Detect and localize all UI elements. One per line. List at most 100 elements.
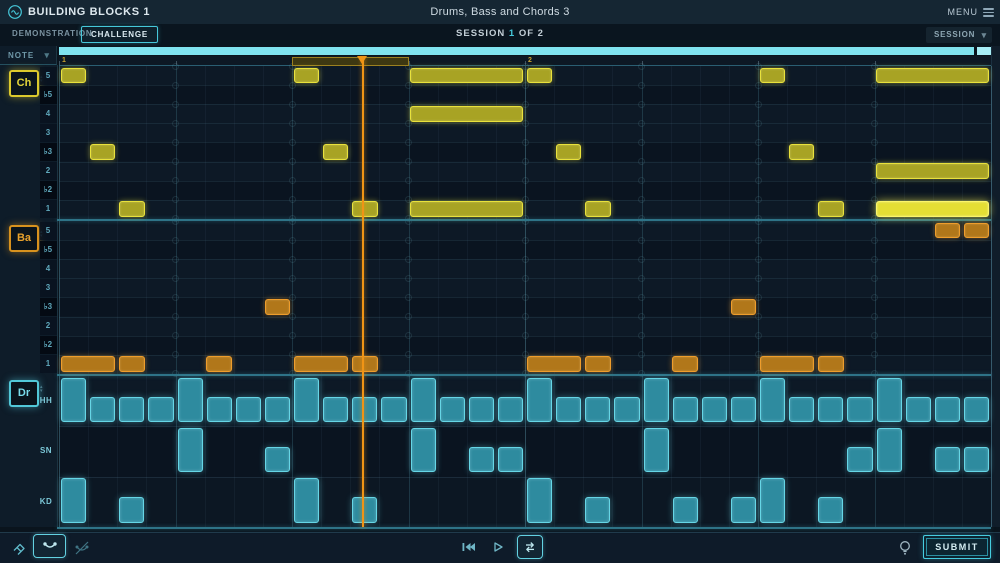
bass-note[interactable]: [672, 356, 698, 372]
hamburger-icon[interactable]: [983, 8, 994, 17]
note-selector[interactable]: NOTE ▾: [0, 46, 57, 65]
play-button[interactable]: [487, 537, 509, 557]
chord-note[interactable]: [90, 144, 116, 160]
drum-note[interactable]: [556, 397, 581, 423]
drum-note-accent[interactable]: [411, 428, 436, 473]
drum-note[interactable]: [702, 397, 727, 423]
notes-tool-button[interactable]: [33, 534, 66, 558]
chord-note[interactable]: [818, 201, 844, 217]
drum-note[interactable]: [469, 397, 494, 423]
chord-note[interactable]: [410, 201, 523, 217]
chord-note[interactable]: [352, 201, 378, 217]
drum-note[interactable]: [935, 397, 960, 423]
drum-note[interactable]: [585, 497, 610, 523]
playhead-line[interactable]: [362, 56, 364, 527]
loop-button[interactable]: [517, 535, 543, 559]
bass-note[interactable]: [119, 356, 145, 372]
chord-note[interactable]: [876, 163, 989, 179]
eraser-tool-button[interactable]: [8, 538, 30, 558]
hint-button[interactable]: [895, 538, 915, 558]
drum-note-accent[interactable]: [294, 478, 319, 523]
drum-note[interactable]: [789, 397, 814, 423]
bass-note[interactable]: [585, 356, 611, 372]
chord-note[interactable]: [410, 106, 523, 122]
bass-note[interactable]: [294, 356, 349, 372]
drum-note-accent[interactable]: [294, 378, 319, 423]
drum-note[interactable]: [847, 397, 872, 423]
muted-notes-tool-button[interactable]: [71, 538, 93, 558]
bass-note[interactable]: [265, 299, 291, 315]
skip-to-start-button[interactable]: [457, 537, 479, 557]
track-button-ch[interactable]: Ch: [9, 70, 39, 97]
chord-note[interactable]: [876, 68, 989, 84]
drum-note[interactable]: [614, 397, 639, 423]
drum-note[interactable]: [265, 397, 290, 423]
drum-note[interactable]: [818, 397, 843, 423]
drum-note[interactable]: [265, 447, 290, 473]
drum-note[interactable]: [323, 397, 348, 423]
drum-note[interactable]: [498, 397, 523, 423]
drum-note-accent[interactable]: [61, 478, 86, 523]
drum-note[interactable]: [119, 497, 144, 523]
drum-note[interactable]: [207, 397, 232, 423]
drum-note[interactable]: [731, 397, 756, 423]
drum-note[interactable]: [440, 397, 465, 423]
drum-note[interactable]: [469, 447, 494, 473]
chord-note[interactable]: [585, 201, 611, 217]
drum-note[interactable]: [818, 497, 843, 523]
bass-note[interactable]: [61, 356, 116, 372]
menu-button[interactable]: MENU: [948, 7, 979, 17]
drum-note-accent[interactable]: [527, 478, 552, 523]
session-dropdown[interactable]: SESSION ▾: [926, 27, 992, 43]
ruler-selection-region[interactable]: [292, 57, 409, 66]
drum-note-accent[interactable]: [61, 378, 86, 423]
drum-note-accent[interactable]: [877, 428, 902, 473]
drum-note[interactable]: [352, 397, 377, 423]
drum-note-accent[interactable]: [644, 428, 669, 473]
drum-note-accent[interactable]: [760, 478, 785, 523]
bass-note[interactable]: [935, 223, 961, 239]
chord-note[interactable]: [556, 144, 582, 160]
drum-note[interactable]: [352, 497, 377, 523]
drum-note[interactable]: [847, 447, 872, 473]
drum-note[interactable]: [236, 397, 261, 423]
chord-note[interactable]: [119, 201, 145, 217]
drum-note-accent[interactable]: [877, 378, 902, 423]
drum-note-accent[interactable]: [178, 378, 203, 423]
chord-note[interactable]: [527, 68, 553, 84]
drum-note[interactable]: [90, 397, 115, 423]
bass-note[interactable]: [206, 356, 232, 372]
chord-note[interactable]: [294, 68, 320, 84]
submit-button[interactable]: SUBMIT: [923, 535, 991, 559]
drum-note[interactable]: [148, 397, 173, 423]
bass-note[interactable]: [352, 356, 378, 372]
playhead-marker[interactable]: [357, 56, 367, 64]
drum-note[interactable]: [964, 447, 989, 473]
chord-note[interactable]: [876, 201, 989, 217]
chord-note[interactable]: [323, 144, 349, 160]
bass-note[interactable]: [818, 356, 844, 372]
track-sort-arrows[interactable]: ▴▾: [40, 385, 43, 393]
chord-note[interactable]: [760, 68, 786, 84]
track-button-ba[interactable]: Ba: [9, 225, 39, 252]
chord-note[interactable]: [410, 68, 523, 84]
drum-note-accent[interactable]: [527, 378, 552, 423]
drum-note-accent[interactable]: [411, 378, 436, 423]
drum-note[interactable]: [498, 447, 523, 473]
bass-note[interactable]: [731, 299, 757, 315]
bass-note[interactable]: [760, 356, 815, 372]
bass-note[interactable]: [527, 356, 582, 372]
drum-note[interactable]: [731, 497, 756, 523]
drum-note[interactable]: [673, 397, 698, 423]
drum-note[interactable]: [964, 397, 989, 423]
track-button-dr[interactable]: Dr: [9, 380, 39, 407]
drum-note[interactable]: [585, 397, 610, 423]
drum-note[interactable]: [119, 397, 144, 423]
song-progress-bar[interactable]: [59, 47, 991, 55]
drum-note-accent[interactable]: [644, 378, 669, 423]
chord-note[interactable]: [61, 68, 87, 84]
drum-note[interactable]: [381, 397, 406, 423]
drum-note[interactable]: [673, 497, 698, 523]
drum-note[interactable]: [906, 397, 931, 423]
drum-note[interactable]: [935, 447, 960, 473]
